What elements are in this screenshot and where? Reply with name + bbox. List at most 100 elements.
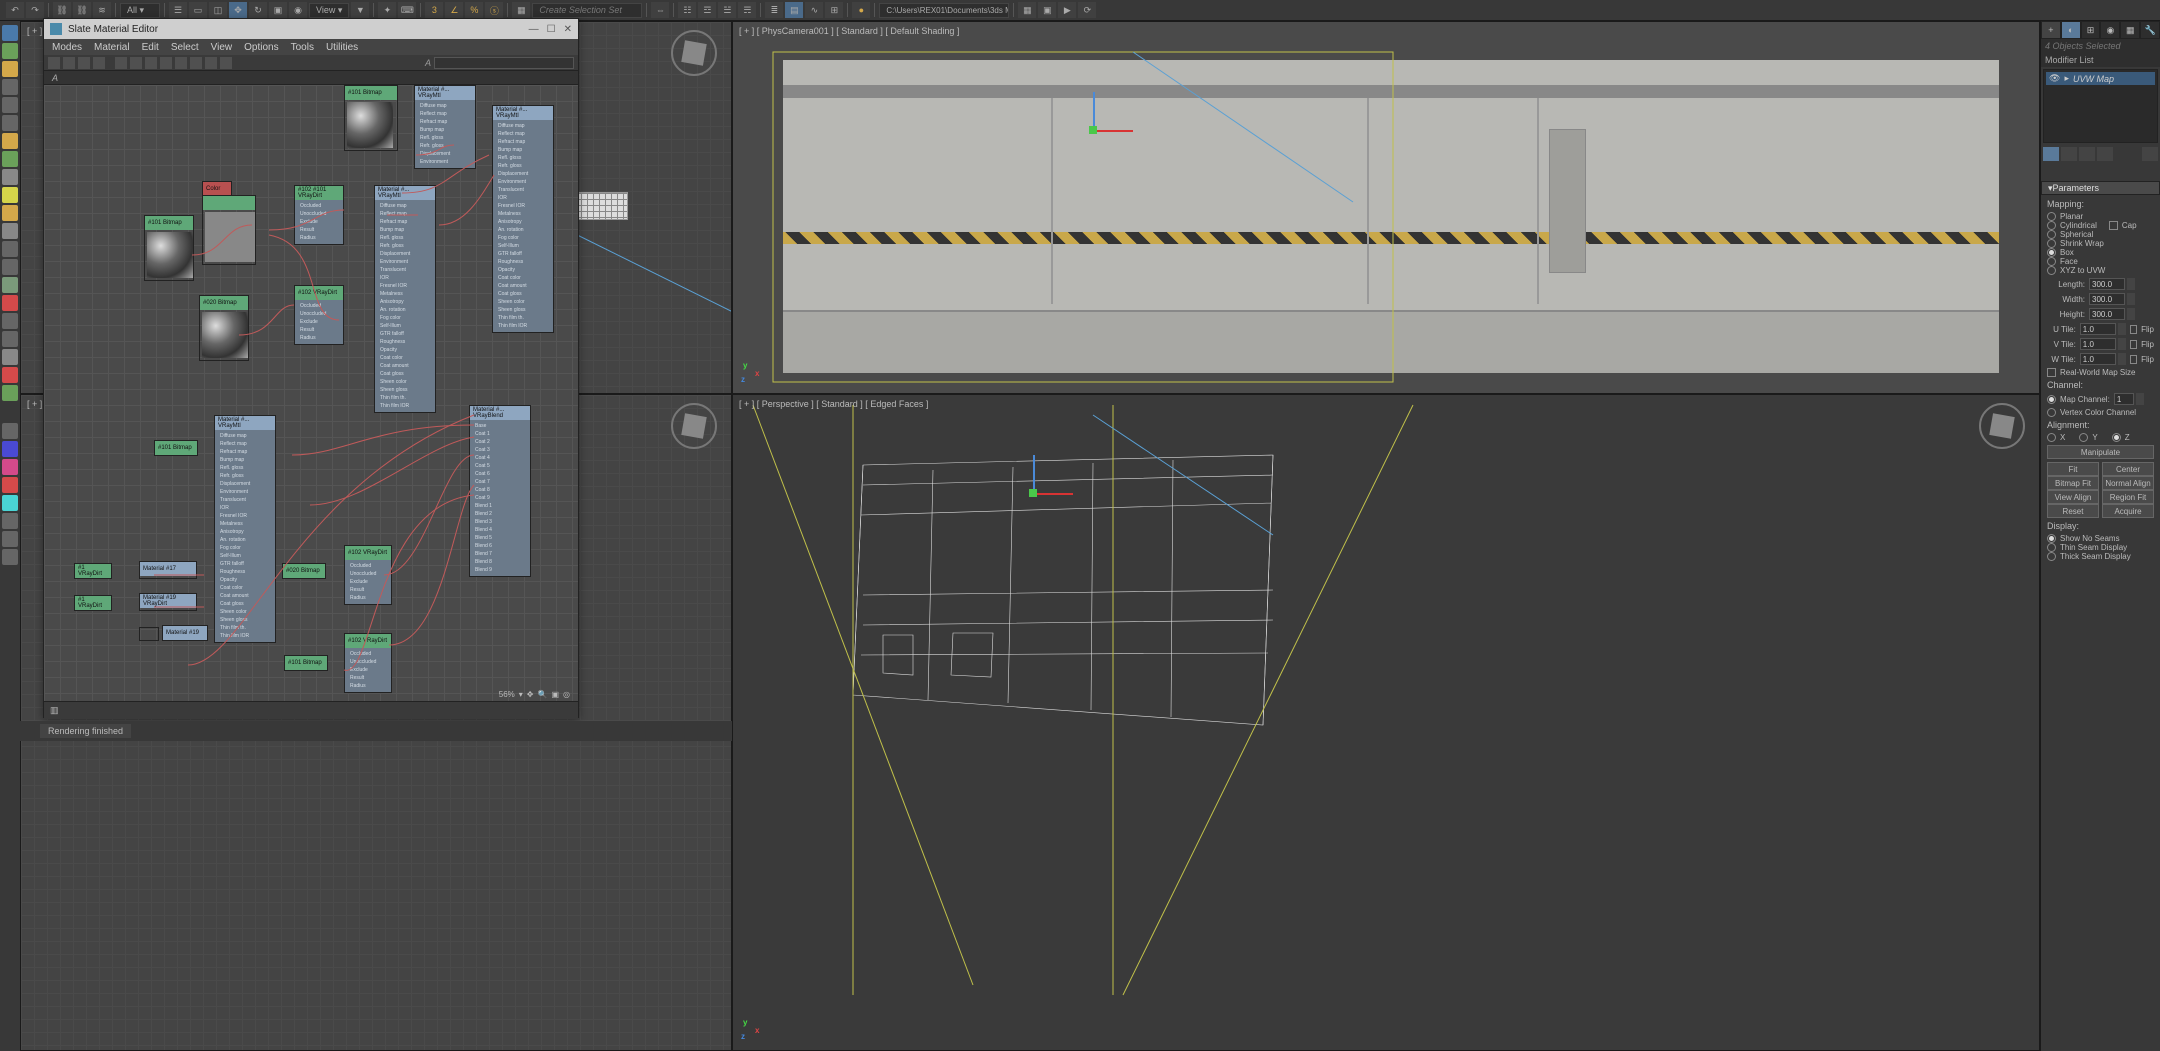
slate-zoom-in-icon[interactable]: 🔍: [537, 690, 547, 699]
node-vraymtl-2[interactable]: Material #... VRayMtlDiffuse mapReflect …: [414, 85, 476, 169]
tool-tube-icon[interactable]: [2, 169, 18, 185]
tool-f-icon[interactable]: [2, 531, 18, 547]
slate-menu-material[interactable]: Material: [94, 42, 130, 53]
vtile-input[interactable]: [2080, 338, 2116, 350]
node-vraydirt-4[interactable]: #102 VRayDirtOccludedUnoccludedExcludeRe…: [344, 633, 392, 693]
slate-menu-options[interactable]: Options: [244, 42, 278, 53]
align2-button[interactable]: ☲: [698, 2, 716, 18]
manip-button[interactable]: ✦: [378, 2, 396, 18]
angle-snap-button[interactable]: ∠: [445, 2, 463, 18]
seam-radio-2[interactable]: [2047, 552, 2056, 561]
axis-radio-x[interactable]: [2047, 433, 2056, 442]
node-bitmap-5[interactable]: #020 Bitmap: [282, 563, 326, 579]
node-vraydirt-3[interactable]: #102 VRayDirtOccludedUnoccludedExcludeRe…: [344, 545, 392, 605]
slate-fit-icon[interactable]: ▣: [551, 690, 559, 699]
render-last-button[interactable]: ⟳: [1078, 2, 1096, 18]
seam-radio-1[interactable]: [2047, 543, 2056, 552]
slate-menu-view[interactable]: View: [211, 42, 233, 53]
node-bitmap-4[interactable]: #101 Bitmap: [154, 440, 198, 456]
selection-set-dropdown[interactable]: Create Selection Set: [532, 3, 642, 18]
project-path-field[interactable]: C:\Users\REX01\Documents\3ds Max 2022 ▾: [879, 3, 1009, 18]
tool-point-icon[interactable]: [2, 295, 18, 311]
slate-tool-3[interactable]: [78, 57, 90, 69]
viewcube-left[interactable]: [671, 403, 717, 449]
slate-tool-4[interactable]: [93, 57, 105, 69]
bitmap-fit-button[interactable]: Bitmap Fit: [2047, 476, 2099, 490]
node-bitmap-6[interactable]: #101 Bitmap: [284, 655, 328, 671]
renderframe-button[interactable]: ▣: [1038, 2, 1056, 18]
close-button[interactable]: ✕: [564, 24, 572, 35]
viewport-camera[interactable]: [ + ] [ PhysCamera001 ] [ Standard ] [ D…: [732, 21, 2040, 394]
node-small-5[interactable]: Material #19: [162, 625, 208, 641]
placement-button[interactable]: ◉: [289, 2, 307, 18]
tool-plane-icon[interactable]: [2, 187, 18, 203]
list-button[interactable]: ☰: [169, 2, 187, 18]
view-align-button[interactable]: View Align: [2047, 490, 2099, 504]
schematic-button[interactable]: ⊞: [825, 2, 843, 18]
manipulate-button[interactable]: Manipulate: [2047, 445, 2154, 459]
length-input[interactable]: [2089, 278, 2125, 290]
node-vraydirt-1[interactable]: #102 #101 VRayDirtOccludedUnoccludedExcl…: [294, 185, 344, 245]
slate-menu-modes[interactable]: Modes: [52, 42, 82, 53]
tool-c-icon[interactable]: [2, 477, 18, 493]
slate-menu-utilities[interactable]: Utilities: [326, 42, 358, 53]
viewport-perspective[interactable]: [ + ] [ Perspective ] [ Standard ] [ Edg…: [732, 394, 2040, 1051]
tool-grid-icon[interactable]: [2, 385, 18, 401]
node-bitmap-3[interactable]: #020 Bitmap: [199, 295, 249, 361]
mapping-radio-xyz-to-uvw[interactable]: [2047, 266, 2056, 275]
acquire-button[interactable]: Acquire: [2102, 504, 2154, 518]
slate-tool-7[interactable]: [145, 57, 157, 69]
mirror-button[interactable]: ⇔: [651, 2, 669, 18]
node-vraydirt-2[interactable]: #102 VRayDirtOccludedUnoccludedExcludeRe…: [294, 285, 344, 345]
tool-sun-icon[interactable]: [2, 205, 18, 221]
node-color-2[interactable]: [139, 627, 159, 641]
link-button[interactable]: ⛓: [53, 2, 71, 18]
height-input[interactable]: [2089, 308, 2125, 320]
vcolor-radio[interactable]: [2047, 408, 2056, 417]
window-crossing-button[interactable]: ◫: [209, 2, 227, 18]
tab-utilities[interactable]: 🔧: [2140, 21, 2160, 39]
render-button[interactable]: ▶: [1058, 2, 1076, 18]
uflip-check[interactable]: [2130, 325, 2137, 334]
tab-motion[interactable]: ◉: [2100, 21, 2120, 39]
layer-explorer-button[interactable]: ▤: [785, 2, 803, 18]
slate-canvas[interactable]: #101 Bitmap Color #101 Bitmap #102 #101 …: [44, 85, 578, 701]
slate-tool-9[interactable]: [175, 57, 187, 69]
show-result-button[interactable]: [2061, 147, 2077, 161]
slate-menu-edit[interactable]: Edit: [142, 42, 159, 53]
node-color-1[interactable]: Color: [202, 181, 232, 195]
maximize-button[interactable]: ☐: [547, 24, 556, 35]
node-vraymtl-1[interactable]: Material #... VRayMtlDiffuse mapReflect …: [374, 185, 436, 413]
reset-button[interactable]: Reset: [2047, 504, 2099, 518]
node-bitmap-big1[interactable]: [202, 195, 256, 265]
mapping-radio-cylindrical[interactable]: [2047, 221, 2056, 230]
tool-text-icon[interactable]: [2, 277, 18, 293]
slate-tool-8[interactable]: [160, 57, 172, 69]
tool-cyl-icon[interactable]: [2, 151, 18, 167]
node-vraymtl-4[interactable]: Material #... VRayMtlDiffuse mapReflect …: [214, 415, 276, 643]
mapping-radio-face[interactable]: [2047, 257, 2056, 266]
eye-icon[interactable]: 👁: [2049, 73, 2060, 84]
normal-align-button[interactable]: Normal Align: [2102, 476, 2154, 490]
tool-compass-icon[interactable]: [2, 349, 18, 365]
pin-stack-button[interactable]: [2043, 147, 2059, 161]
utile-input[interactable]: [2080, 323, 2116, 335]
slate-zoom-down[interactable]: ▾: [519, 690, 523, 699]
tab-create[interactable]: +: [2041, 21, 2061, 39]
realworld-check[interactable]: [2047, 368, 2056, 377]
mapping-radio-spherical[interactable]: [2047, 230, 2056, 239]
percent-snap-button[interactable]: %: [465, 2, 483, 18]
map-channel-radio[interactable]: [2047, 395, 2056, 404]
tool-arc-icon[interactable]: [2, 367, 18, 383]
slate-menu-tools[interactable]: Tools: [291, 42, 314, 53]
tool-camera-icon[interactable]: [2, 79, 18, 95]
layer-filter-dropdown[interactable]: All ▾: [120, 3, 160, 18]
slate-name-field[interactable]: A: [44, 71, 578, 85]
mapping-radio-planar[interactable]: [2047, 212, 2056, 221]
node-bitmap-2[interactable]: #101 Bitmap: [344, 85, 398, 151]
tool-dummy-icon[interactable]: [2, 313, 18, 329]
map-channel-input[interactable]: [2114, 393, 2134, 405]
tool-helper-icon[interactable]: [2, 97, 18, 113]
scale-button[interactable]: ▣: [269, 2, 287, 18]
node-small-4[interactable]: Material #19 VRayDirt: [139, 593, 197, 611]
